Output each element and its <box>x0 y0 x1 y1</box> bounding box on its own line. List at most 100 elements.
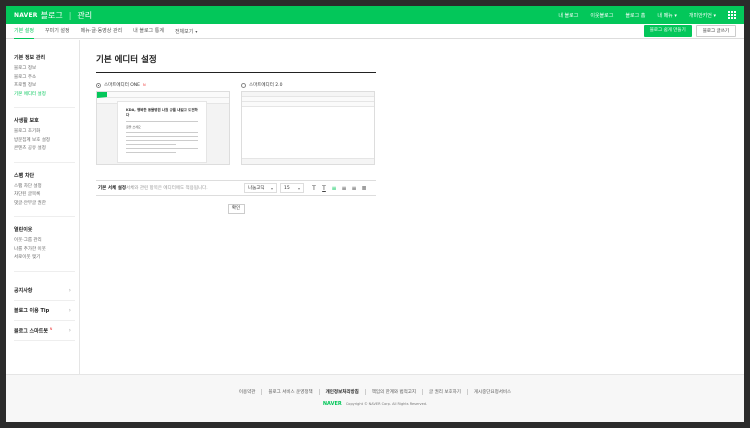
editor-one-label[interactable]: 스마트에디터 ONE N <box>96 82 230 88</box>
naver-footer-logo[interactable]: NAVER <box>323 401 342 407</box>
preview-text-line <box>126 140 198 141</box>
chevron-right-icon: › <box>68 306 71 314</box>
preview-toolbar <box>242 102 374 107</box>
align-left-icon[interactable]: ≡ <box>329 185 339 192</box>
easy-create-button[interactable]: 블로그 쉽게 만들기 <box>643 25 692 37</box>
align-justify-icon[interactable]: ≣ <box>359 185 369 192</box>
sidebar-item-blog-address[interactable]: 블로그 주소 <box>14 74 75 80</box>
naver-logo[interactable]: NAVER <box>14 12 38 19</box>
font-size-select[interactable]: 15 ▾ <box>280 183 304 193</box>
preview-text-line <box>126 148 198 149</box>
sidebar-item-content-sharing[interactable]: 콘텐츠 공유 설정 <box>14 145 75 151</box>
preview-title: KDA, 행복한 동물병원 나원 규를 내걸고 도전하다 <box>126 108 198 117</box>
sidebar-item-profile[interactable]: 프로필 정보 <box>14 82 75 88</box>
footer-links: 이용약관 블로그 서비스 운영정책 개인정보처리방침 책임의 한계와 법적고지 … <box>6 389 744 395</box>
editor-option-one[interactable]: 스마트에디터 ONE N KDA, 행복한 동물병원 나원 규를 내걸고 도전하… <box>96 82 230 165</box>
font-size-value: 15 <box>284 185 290 191</box>
footer-link-takedown[interactable]: 게시중단요청서비스 <box>466 389 517 395</box>
sidebar-item-blog-info[interactable]: 블로그 정보 <box>14 65 75 71</box>
editor-one-preview[interactable]: KDA, 행복한 동물병원 나원 규를 내걸고 도전하다 글을 쓰세요 <box>96 91 230 165</box>
chevron-down-icon: ▾ <box>195 28 198 34</box>
tab-content-management[interactable]: 메뉴·글·동영상 관리 <box>81 24 123 39</box>
sidebar-item-blog-reset[interactable]: 블로그 초기화 <box>14 128 75 134</box>
sidebar-item-notices[interactable]: 공지사항 › <box>14 281 75 301</box>
editor-options: 스마트에디터 ONE N KDA, 행복한 동물병원 나원 규를 내걸고 도전하… <box>96 82 376 165</box>
chevron-down-icon: ▾ <box>674 12 677 19</box>
sidebar-item-followers[interactable]: 나를 추가한 이웃 <box>14 246 75 252</box>
chevron-down-icon: ▾ <box>297 185 300 191</box>
sidebar-row-label: 블로그 스마트봇 <box>14 328 48 335</box>
radio-unselected-icon[interactable] <box>241 82 246 88</box>
footer-link-privacy[interactable]: 개인정보처리방침 <box>318 389 365 395</box>
sidebar-row-label: 블로그 이용 Tip <box>14 307 50 314</box>
admin-title[interactable]: 관리 <box>77 10 92 21</box>
tab-buttons: 블로그 쉽게 만들기 블로그 글쓰기 <box>643 25 736 37</box>
preview-text-line <box>126 136 198 137</box>
font-settings-row: 기본 서체 설정 서체와 관련 항목은 에디터에도 적용됩니다. 나눔고딕 ▾ 1… <box>96 180 376 196</box>
sidebar-item-neighbor-groups[interactable]: 이웃·그룹 관리 <box>14 237 75 243</box>
tab-statistics[interactable]: 내 블로그 통계 <box>133 24 164 39</box>
sidebar-item-editor-settings[interactable]: 기본 에디터 설정 <box>14 91 75 97</box>
sidebar-group-privacy: 사생활 보호 블로그 초기화 방문집계 보호 설정 콘텐츠 공유 설정 <box>14 117 75 163</box>
radio-selected-icon[interactable] <box>96 82 101 88</box>
text-background-icon[interactable]: T <box>319 185 329 192</box>
sidebar-group-title: 열린이웃 <box>14 227 33 233</box>
neighbor-blog-link[interactable]: 이웃블로그 <box>590 12 613 19</box>
sidebar-item-comment-permissions[interactable]: 댓글·안부글 권한 <box>14 200 75 206</box>
footer: 이용약관 블로그 서비스 운영정책 개인정보처리방침 책임의 한계와 법적고지 … <box>6 374 744 422</box>
write-post-button[interactable]: 블로그 글쓰기 <box>695 25 736 37</box>
footer-link-policy[interactable]: 블로그 서비스 운영정책 <box>261 389 318 395</box>
editor-option-two[interactable]: 스마트에디터 2.0 <box>241 82 375 165</box>
preview-footer <box>242 158 374 164</box>
tab-view-all[interactable]: 전체보기 ▾ <box>175 24 197 39</box>
new-badge: N <box>143 83 146 87</box>
sidebar-item-blocked-posts[interactable]: 차단된 글목록 <box>14 191 75 197</box>
footer-link-legal[interactable]: 책임의 한계와 법적고지 <box>364 389 422 395</box>
sidebar-item-tips[interactable]: 블로그 이용 Tip › <box>14 301 75 321</box>
editor-two-preview[interactable] <box>241 91 375 165</box>
font-family-value: 나눔고딕 <box>248 186 265 191</box>
my-menu-link[interactable]: 내 메뉴 ▾ <box>657 12 677 19</box>
font-settings-label: 기본 서체 설정 <box>98 186 126 191</box>
copyright-text: Copyright © NAVER Corp. All Rights Reser… <box>345 402 428 406</box>
my-blog-link[interactable]: 내 블로그 <box>558 12 578 19</box>
sidebar-item-visit-protection[interactable]: 방문집계 보호 설정 <box>14 137 75 143</box>
editor-two-name: 스마트에디터 2.0 <box>249 83 283 88</box>
top-bar: NAVER 블로그 | 관리 내 블로그 이웃블로그 블로그 홈 내 메뉴 ▾ … <box>6 6 744 24</box>
preview-page: KDA, 행복한 동물병원 나원 규를 내걸고 도전하다 글을 쓰세요 <box>117 101 207 163</box>
confirm-button[interactable]: 확인 <box>227 204 245 214</box>
apps-grid-icon[interactable] <box>728 11 736 19</box>
font-family-select[interactable]: 나눔고딕 ▾ <box>244 183 277 193</box>
browser-frame: NAVER 블로그 | 관리 내 블로그 이웃블로그 블로그 홈 내 메뉴 ▾ … <box>6 6 744 422</box>
main-content: 기본 에디터 설정 스마트에디터 ONE N KDA, 행복한 동물병원 나원 … <box>96 40 376 214</box>
blog-logo[interactable]: 블로그 <box>41 10 63 21</box>
sidebar-item-smartbot[interactable]: 블로그 스마트봇 N › <box>14 321 75 342</box>
preview-subtitle: 글을 쓰세요 <box>126 125 141 129</box>
align-right-icon[interactable]: ≡ <box>349 185 359 192</box>
sidebar-group-title: 사생활 보호 <box>14 118 39 124</box>
align-center-icon[interactable]: ≡ <box>339 185 349 192</box>
sidebar-group-basic: 기본 정보 관리 블로그 정보 블로그 주소 프로필 정보 기본 에디터 설정 <box>14 54 75 108</box>
font-settings-description: 서체와 관련 항목은 에디터에도 적용됩니다. <box>126 186 208 191</box>
footer-link-rights[interactable]: 글 권리 보호하기 <box>422 389 467 395</box>
text-color-icon[interactable]: T <box>309 185 319 192</box>
sidebar-item-mutual-neighbors[interactable]: 서로이웃 맺기 <box>14 254 75 260</box>
footer-link-terms[interactable]: 이용약관 <box>233 389 262 395</box>
chevron-down-icon: ▾ <box>270 185 273 191</box>
editor-two-label[interactable]: 스마트에디터 2.0 <box>241 82 375 88</box>
chevron-right-icon: › <box>68 286 71 294</box>
preview-text-line <box>126 144 177 145</box>
tab-design-settings[interactable]: 꾸미기 설정 <box>45 24 70 39</box>
sidebar-row-label: 공지사항 <box>14 287 33 294</box>
tab-basic-settings[interactable]: 기본 설정 <box>14 24 34 39</box>
editor-one-name: 스마트에디터 ONE <box>104 83 141 88</box>
preview-text-line <box>126 152 177 153</box>
sidebar-group-title: 기본 정보 관리 <box>14 55 46 61</box>
sidebar-item-spam-settings[interactable]: 스팸 차단 설정 <box>14 183 75 189</box>
user-menu[interactable]: 개미안키언 ▾ <box>689 12 716 19</box>
top-links: 내 블로그 이웃블로그 블로그 홈 내 메뉴 ▾ 개미안키언 ▾ <box>558 11 736 19</box>
page-title: 기본 에디터 설정 <box>96 53 376 73</box>
sidebar-group-title: 스팸 차단 <box>14 172 35 179</box>
chevron-right-icon: › <box>68 326 71 334</box>
blog-home-link[interactable]: 블로그 홈 <box>625 12 645 19</box>
